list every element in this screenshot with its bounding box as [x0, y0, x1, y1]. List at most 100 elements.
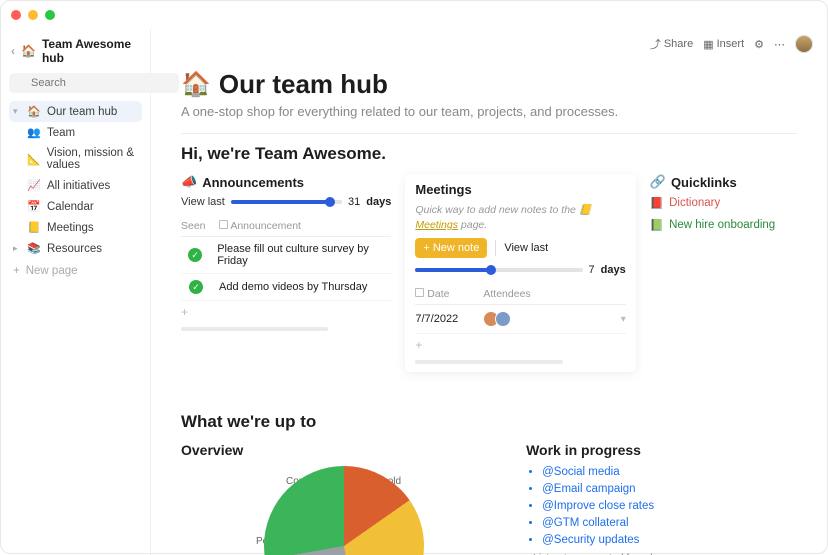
page-icon: 📅: [27, 200, 41, 213]
wip-item[interactable]: @Improve close rates: [542, 500, 797, 512]
meeting-date: 7/7/2022: [415, 313, 475, 325]
page-icon: 📈: [27, 179, 41, 192]
quicklinks-card: 🔗 Quicklinks 📕 Dictionary 📗 New hire onb…: [650, 174, 797, 372]
days-unit: days: [366, 196, 391, 208]
announcement-text: Add demo videos by Thursday: [219, 281, 367, 293]
notebook-icon: 📒: [579, 204, 592, 216]
page-box-icon: [415, 288, 424, 297]
divider: [495, 240, 496, 256]
quicklink-label: New hire onboarding: [669, 219, 775, 231]
wip-list: @Social media @Email campaign @Improve c…: [526, 466, 797, 546]
col-date: Date: [415, 288, 475, 300]
days-value: 7: [589, 264, 595, 276]
nav-meetings[interactable]: 📒 Meetings: [23, 217, 142, 238]
user-avatar[interactable]: [795, 35, 813, 53]
chevron-down-icon[interactable]: ▾: [621, 314, 626, 325]
nav-our-team-hub[interactable]: ▾ 🏠 Our team hub: [9, 101, 142, 122]
nav-team[interactable]: 👥 Team: [23, 122, 142, 143]
quicklink-label: Dictionary: [669, 197, 720, 209]
wip-item[interactable]: @Security updates: [542, 534, 797, 546]
col-announcement: Announcement: [219, 220, 301, 232]
avatar-icon: [495, 311, 511, 327]
check-icon: ✓: [189, 280, 203, 294]
overview-heading: Overview: [181, 442, 506, 458]
nav-calendar[interactable]: 📅 Calendar: [23, 196, 142, 217]
chevron-down-icon[interactable]: ▾: [13, 106, 21, 117]
announcement-row[interactable]: ✓ Add demo videos by Thursday: [181, 274, 391, 301]
attendee-avatars: [483, 311, 511, 327]
megaphone-icon: 📣: [181, 174, 197, 190]
share-button[interactable]: ⤴ Share: [650, 36, 693, 52]
link-icon: 🔗: [650, 174, 666, 190]
wip-item[interactable]: @Social media: [542, 466, 797, 478]
announcements-card: 📣 Announcements View last 31 days Seen: [181, 174, 391, 372]
nav-label: Meetings: [47, 222, 94, 234]
new-note-button[interactable]: + New note: [415, 238, 487, 258]
quicklinks-heading: Quicklinks: [671, 175, 737, 190]
announcements-heading: Announcements: [202, 175, 304, 190]
new-page-button[interactable]: + New page: [9, 259, 142, 283]
nav-resources[interactable]: ▸ 📚 Resources: [9, 238, 142, 259]
workspace-title: Team Awesome hub: [42, 37, 140, 65]
meetings-days-slider[interactable]: [415, 268, 582, 272]
settings-icon[interactable]: ⚙: [754, 38, 764, 51]
main-content: ⤴ Share ▦ Insert ⚙ ⋯ 🏠 Our team hub A on…: [151, 29, 827, 555]
more-icon[interactable]: ⋯: [774, 38, 785, 51]
announcement-text: Please fill out culture survey by Friday: [217, 243, 391, 267]
nav-label: Resources: [47, 243, 102, 255]
minimize-window-dot[interactable]: [28, 10, 38, 20]
nav-label: All initiatives: [47, 180, 110, 192]
page-icon: 📐: [27, 153, 41, 166]
days-value: 31: [348, 196, 360, 208]
quicklink-dictionary[interactable]: 📕 Dictionary: [650, 196, 797, 210]
wip-item[interactable]: @Email campaign: [542, 483, 797, 495]
maximize-window-dot[interactable]: [45, 10, 55, 20]
page-title: Our team hub: [219, 69, 388, 100]
insert-button[interactable]: ▦ Insert: [703, 38, 744, 51]
share-label: Share: [664, 38, 693, 50]
nav-label: Team: [47, 127, 75, 139]
chevron-right-icon[interactable]: ▸: [13, 243, 21, 254]
workspace-icon: 🏠: [21, 44, 36, 58]
meetings-heading: Meetings: [415, 182, 471, 197]
view-last-label: View last: [181, 196, 225, 208]
page-icon: 👥: [27, 126, 41, 139]
nav-initiatives[interactable]: 📈 All initiatives: [23, 175, 142, 196]
meetings-page-link[interactable]: Meetings: [415, 219, 458, 231]
page-tree: ▾ 🏠 Our team hub 👥 Team 📐 Vision, missio…: [9, 101, 142, 259]
section-heading: What we're up to: [181, 412, 797, 432]
nav-vision[interactable]: 📐 Vision, mission & values: [23, 143, 142, 175]
new-page-label: New page: [26, 265, 78, 277]
sidebar: ‹ 🏠 Team Awesome hub 🔍 « ▾ 🏠 Our team hu…: [1, 29, 151, 555]
workspace-header[interactable]: ‹ 🏠 Team Awesome hub: [9, 33, 142, 73]
insert-label: Insert: [717, 38, 745, 50]
book-icon: 📕: [650, 196, 664, 210]
page-subtitle: A one-stop shop for everything related t…: [181, 104, 797, 119]
plus-icon: +: [13, 265, 20, 277]
add-announcement-button[interactable]: +: [181, 301, 391, 323]
meeting-row[interactable]: 7/7/2022 ▾: [415, 305, 625, 334]
back-icon[interactable]: ‹: [11, 44, 15, 58]
wip-item[interactable]: @GTM collateral: [542, 517, 797, 529]
divider: [181, 133, 797, 134]
announcement-row[interactable]: ✓ Please fill out culture survey by Frid…: [181, 237, 391, 274]
topbar: ⤴ Share ▦ Insert ⚙ ⋯: [650, 35, 813, 53]
page-emoji-icon[interactable]: 🏠: [181, 70, 211, 99]
window-titlebar: [1, 1, 827, 29]
col-seen: Seen: [181, 220, 211, 232]
nav-label: Our team hub: [47, 106, 117, 118]
close-window-dot[interactable]: [11, 10, 21, 20]
page-icon: 🏠: [27, 105, 41, 118]
days-slider[interactable]: [231, 200, 342, 204]
page-icon: 📒: [27, 221, 41, 234]
book-icon: 📗: [650, 218, 664, 232]
page-box-icon: [219, 220, 228, 229]
meetings-subtext: Quick way to add new notes to the 📒 Meet…: [415, 203, 625, 232]
add-meeting-button[interactable]: +: [415, 334, 625, 356]
nav-label: Calendar: [47, 201, 94, 213]
nav-label: Vision, mission & values: [47, 147, 138, 171]
days-unit: days: [601, 264, 626, 276]
quicklink-onboarding[interactable]: 📗 New hire onboarding: [650, 218, 797, 232]
greeting-heading: Hi, we're Team Awesome.: [181, 144, 797, 164]
view-last-label: View last: [504, 242, 548, 254]
